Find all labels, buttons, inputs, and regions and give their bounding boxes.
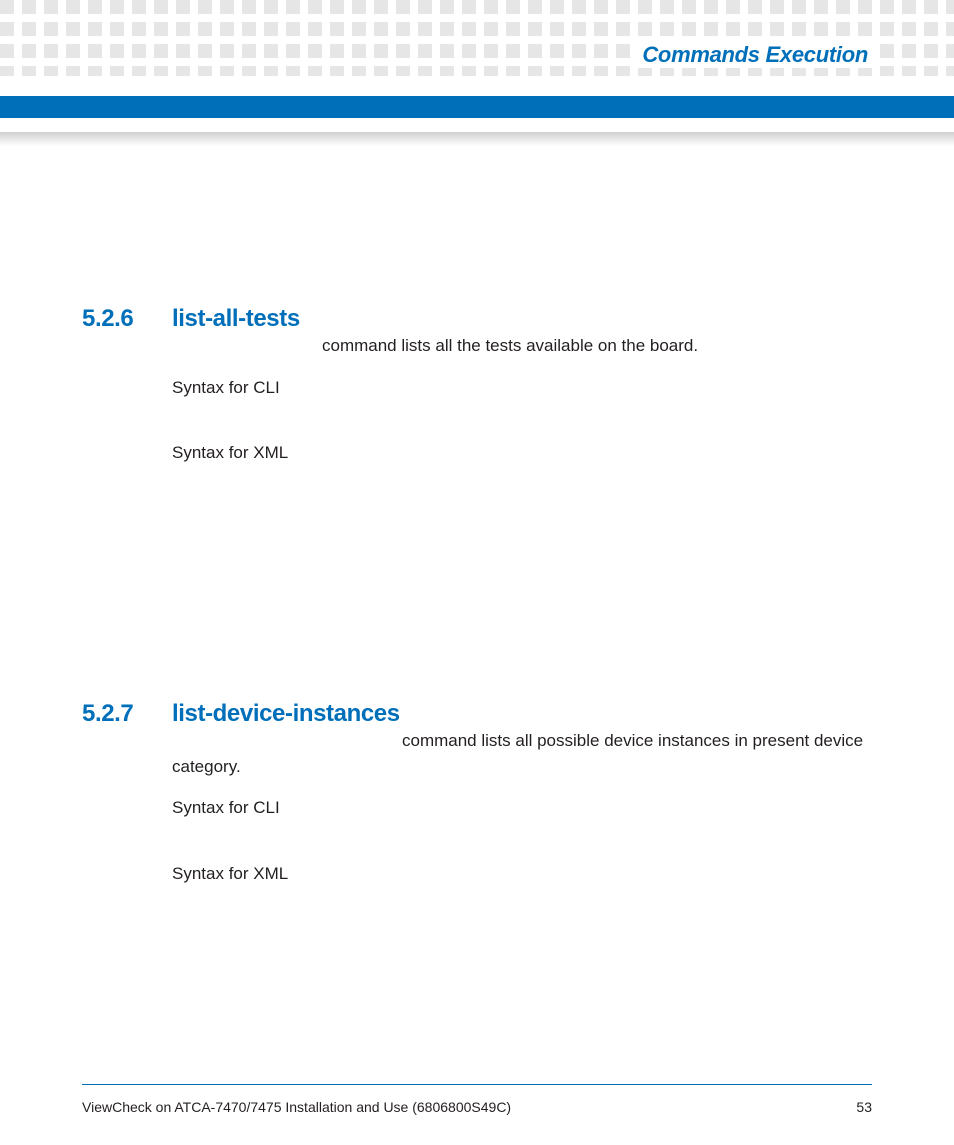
section-heading: 5.2.6list-all-tests (82, 305, 872, 333)
footer-doc-title: ViewCheck on ATCA-7470/7475 Installation… (82, 1099, 511, 1115)
section-number: 5.2.7 (82, 700, 172, 728)
footer: ViewCheck on ATCA-7470/7475 Installation… (82, 1099, 872, 1115)
header-blue-bar (0, 96, 954, 118)
section-number: 5.2.6 (82, 305, 172, 333)
syntax-xml-label: Syntax for XML (172, 440, 872, 466)
section-5-2-7: 5.2.7list-device-instances command lists… (82, 700, 872, 926)
syntax-cli-label: Syntax for CLI (172, 795, 872, 821)
section-heading: 5.2.7list-device-instances (82, 700, 872, 728)
section-title: list-all-tests (172, 305, 300, 332)
header-chapter-title: Commands Execution (638, 42, 872, 68)
footer-page-number: 53 (856, 1099, 872, 1115)
section-description: command lists all the tests available on… (322, 336, 698, 355)
syntax-xml-label: Syntax for XML (172, 861, 872, 887)
section-5-2-6: 5.2.6list-all-tests command lists all th… (82, 305, 872, 506)
section-title: list-device-instances (172, 700, 400, 727)
section-body: command lists all possible device instan… (172, 728, 872, 886)
footer-rule (82, 1084, 872, 1085)
section-body: command lists all the tests available on… (172, 333, 872, 466)
section-description: command lists all possible device instan… (172, 731, 863, 776)
header-shadow (0, 132, 954, 146)
syntax-cli-label: Syntax for CLI (172, 375, 872, 401)
